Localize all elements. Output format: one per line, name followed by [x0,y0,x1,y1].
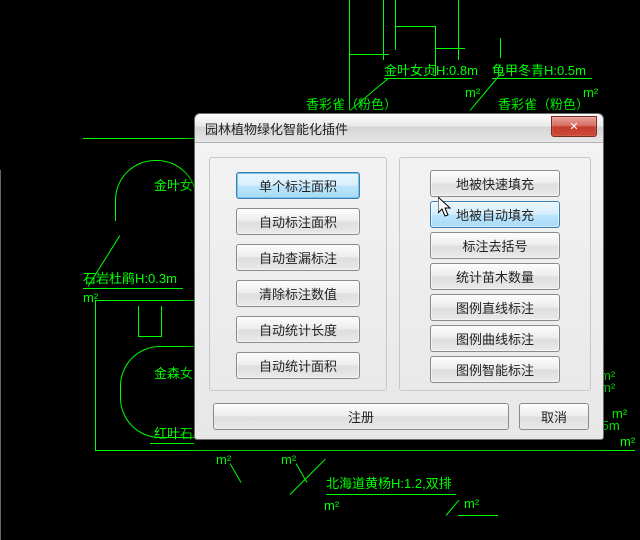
cad-label: 金叶女贞H:0.8m [384,63,478,80]
btn-count-plants[interactable]: 统计苗木数量 [430,263,560,290]
btn-legend-line-label[interactable]: 图例直线标注 [430,294,560,321]
dialog-title: 园林植物绿化智能化插件 [205,119,603,138]
btn-single-label-area[interactable]: 单个标注面积 [236,172,360,199]
dialog-body: 单个标注面积 自动标注面积 自动查漏标注 清除标注数值 自动统计长度 自动统计面… [195,143,603,440]
cad-label: m² [216,452,231,469]
cad-label: m² [83,290,98,307]
btn-clear-label-values[interactable]: 清除标注数值 [236,280,360,307]
close-button[interactable]: ✕ [551,116,597,137]
btn-remove-brackets[interactable]: 标注去括号 [430,232,560,259]
btn-auto-stat-area[interactable]: 自动统计面积 [236,352,360,379]
cad-label: m² [620,434,635,451]
cad-label: 石岩杜鹃H:0.3m [83,271,177,288]
cad-label: 香彩雀（粉色） [306,97,397,114]
cad-label: 香彩雀（粉色） [498,97,589,114]
cancel-button[interactable]: 取消 [519,403,589,430]
cad-label: 龟甲冬青H:0.5m [492,63,586,80]
btn-groundcover-quick-fill[interactable]: 地被快速填充 [430,170,560,197]
btn-auto-check-missing[interactable]: 自动查漏标注 [236,244,360,271]
plugin-dialog: 园林植物绿化智能化插件 ✕ 单个标注面积 自动标注面积 自动查漏标注 清除标注数… [194,113,604,440]
cad-label: 北海道黄杨H:1.2,双排 [326,476,452,493]
left-button-group: 单个标注面积 自动标注面积 自动查漏标注 清除标注数值 自动统计长度 自动统计面… [209,157,387,391]
register-button[interactable]: 注册 [213,403,509,430]
close-icon: ✕ [569,120,578,133]
btn-auto-stat-length[interactable]: 自动统计长度 [236,316,360,343]
cad-label: m² [464,496,479,513]
btn-legend-smart-label[interactable]: 图例智能标注 [430,356,560,383]
cad-label: m² [465,85,480,102]
cad-label: m² [324,498,339,515]
titlebar[interactable]: 园林植物绿化智能化插件 ✕ [195,114,603,143]
right-button-group: 地被快速填充 地被自动填充 标注去括号 统计苗木数量 图例直线标注 图例曲线标注… [399,157,591,391]
cad-label: m² [281,452,296,469]
btn-legend-curve-label[interactable]: 图例曲线标注 [430,325,560,352]
btn-groundcover-auto-fill[interactable]: 地被自动填充 [430,201,560,228]
btn-auto-label-area[interactable]: 自动标注面积 [236,208,360,235]
